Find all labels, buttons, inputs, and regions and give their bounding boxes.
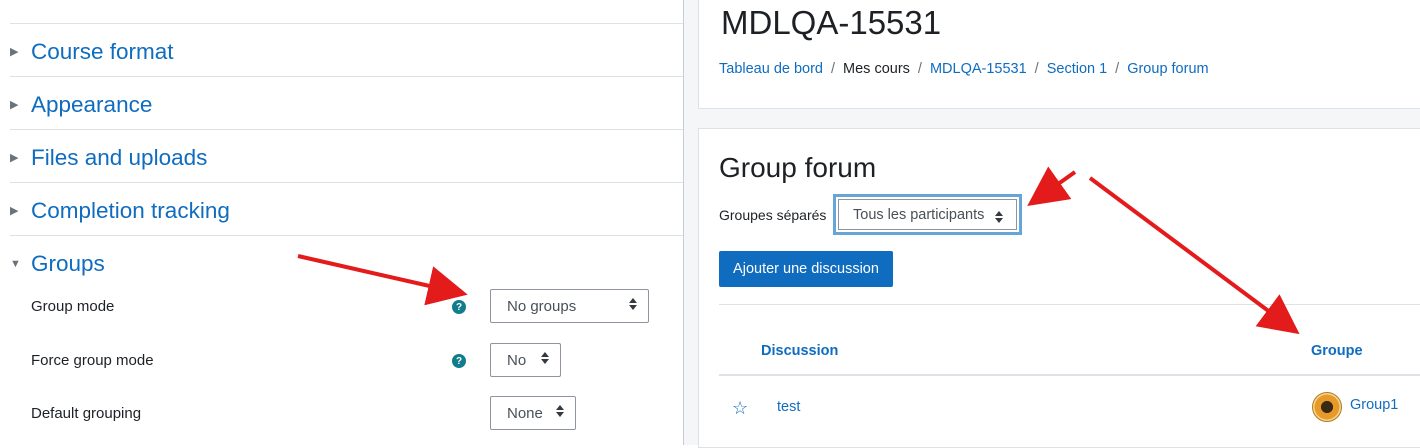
breadcrumb-separator: / [831,61,836,77]
discussion-link[interactable]: test [777,399,800,415]
group-avatar [1312,392,1342,422]
section-title: Course format [31,39,174,64]
section-completion-tracking[interactable]: ▶ Completion tracking [10,196,230,226]
select-value: No [507,351,527,369]
divider [10,23,683,24]
section-title: Completion tracking [31,198,230,223]
force-group-mode-label: Force group mode [31,352,154,369]
star-outline-icon[interactable]: ☆ [732,398,748,419]
default-grouping-select[interactable]: None [490,396,576,430]
course-settings-panel: ▶ Course format ▶ Appearance ▶ Files and… [0,0,683,445]
caret-right-icon: ▶ [10,98,19,111]
group-selector-field[interactable]: Tous les participants [838,199,1017,230]
group-selector[interactable]: Tous les participants [833,194,1022,235]
group-mode-label: Group mode [31,298,115,315]
caret-down-icon: ▼ [10,258,21,270]
group-mode-select[interactable]: No groups [490,289,649,323]
discussion-column-header[interactable]: Discussion [761,343,838,359]
table-header-divider [719,374,1420,376]
section-title: Appearance [31,92,153,117]
add-discussion-button[interactable]: Ajouter une discussion [719,251,893,287]
breadcrumb-forum-link[interactable]: Group forum [1127,61,1208,77]
group-selector-value: Tous les participants [853,206,985,223]
question-circle-icon[interactable]: ? [452,300,466,314]
breadcrumb-my-courses: Mes cours [843,61,910,77]
divider [10,235,683,236]
forum-window: MDLQA-15531 Tableau de bord / Mes cours … [683,0,1420,448]
divider [10,182,683,183]
select-value: No groups [507,297,577,315]
section-groups[interactable]: ▼ Groups [10,249,105,279]
default-grouping-label: Default grouping [31,405,142,422]
group-column-header[interactable]: Groupe [1311,343,1363,359]
breadcrumb-section-link[interactable]: Section 1 [1047,61,1107,77]
course-title: MDLQA-15531 [721,4,942,41]
breadcrumb-separator: / [917,61,922,77]
group-link[interactable]: Group1 [1350,397,1398,413]
section-appearance[interactable]: ▶ Appearance [10,90,152,120]
caret-right-icon: ▶ [10,204,19,217]
select-value: None [507,404,543,422]
section-course-format[interactable]: ▶ Course format [10,37,174,67]
section-files-and-uploads[interactable]: ▶ Files and uploads [10,143,207,173]
force-group-mode-select[interactable]: No [490,343,561,377]
forum-title: Group forum [719,152,877,183]
divider [10,129,683,130]
divider [10,76,683,77]
section-title: Groups [31,251,105,276]
breadcrumb: Tableau de bord / Mes cours / MDLQA-1553… [719,61,1209,77]
section-title: Files and uploads [31,145,208,170]
question-circle-icon[interactable]: ? [452,354,466,368]
breadcrumb-course-link[interactable]: MDLQA-15531 [930,61,1027,77]
caret-right-icon: ▶ [10,151,19,164]
breadcrumb-dashboard-link[interactable]: Tableau de bord [719,61,823,77]
breadcrumb-separator: / [1115,61,1120,77]
breadcrumb-separator: / [1034,61,1039,77]
caret-right-icon: ▶ [10,45,19,58]
group-selector-label: Groupes séparés [719,207,827,223]
divider [719,304,1420,305]
